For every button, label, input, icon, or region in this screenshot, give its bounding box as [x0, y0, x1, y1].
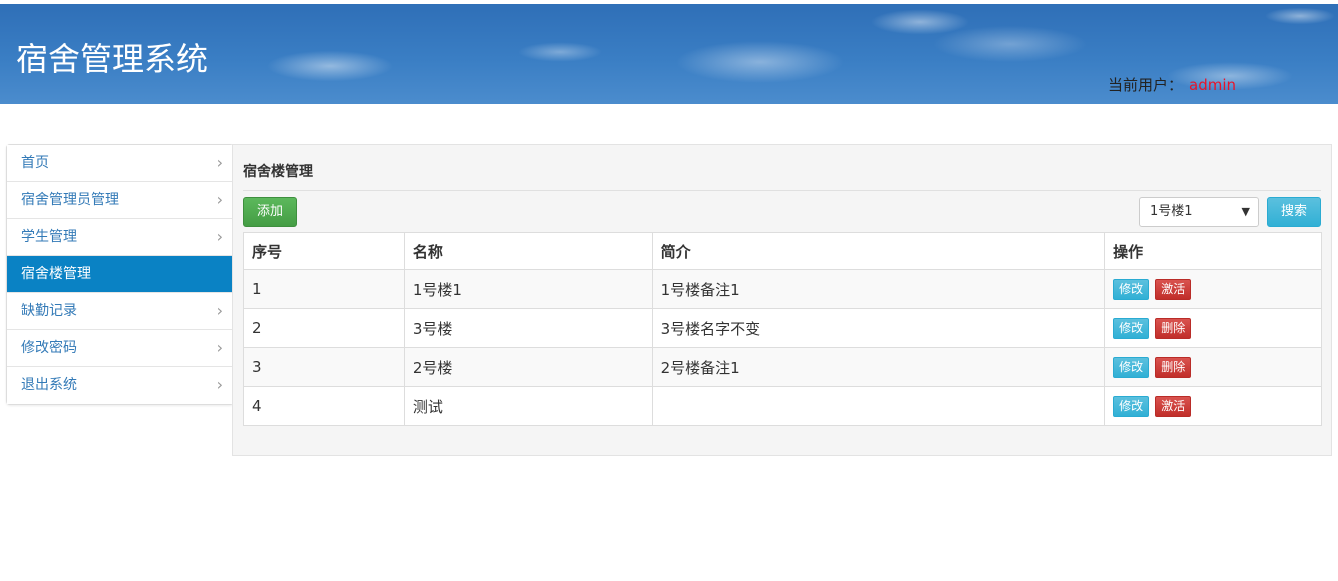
building-select[interactable]: 1号楼1 ▼ [1139, 197, 1259, 227]
chevron-right-icon: › [216, 153, 223, 172]
sidebar-item-label: 学生管理 [21, 229, 77, 245]
chevron-right-icon: › [216, 227, 223, 246]
column-header-actions: 操作 [1104, 232, 1322, 270]
cell-id: 2 [243, 308, 405, 348]
cell-actions: 修改 激活 [1104, 386, 1322, 426]
building-select-value: 1号楼1 [1150, 204, 1193, 219]
current-user: 当前用户： admin [1108, 74, 1236, 95]
column-header-desc: 简介 [651, 232, 1106, 270]
sidebar-item-label: 宿舍楼管理 [21, 266, 91, 282]
edit-button[interactable]: 修改 [1113, 395, 1150, 417]
sidebar-item-label: 宿舍管理员管理 [21, 192, 119, 208]
edit-button[interactable]: 修改 [1113, 317, 1150, 339]
sidebar-item-students[interactable]: 学生管理 › [7, 219, 233, 256]
sidebar-item-label: 缺勤记录 [21, 303, 77, 319]
sidebar-item-buildings[interactable]: 宿舍楼管理 › [7, 256, 233, 293]
app-title: 宿舍管理系统 [16, 40, 209, 78]
edit-button[interactable]: 修改 [1113, 278, 1150, 300]
cell-desc: 3号楼名字不变 [651, 308, 1106, 348]
cell-actions: 修改 删除 [1104, 347, 1322, 387]
cell-actions: 修改 删除 [1104, 308, 1322, 348]
column-header-id: 序号 [243, 232, 405, 270]
add-button[interactable]: 添加 [243, 197, 297, 227]
chevron-down-icon: ▼ [1241, 205, 1250, 218]
current-user-label: 当前用户： [1108, 76, 1184, 94]
table-header-row: 序号 名称 简介 操作 [243, 232, 1322, 270]
sidebar-item-absence[interactable]: 缺勤记录 › [7, 293, 233, 330]
cell-desc: 2号楼备注1 [651, 347, 1106, 387]
cell-id: 1 [243, 269, 405, 309]
edit-button[interactable]: 修改 [1113, 356, 1150, 378]
cell-name: 2号楼 [403, 347, 653, 387]
current-user-name[interactable]: admin [1189, 76, 1236, 94]
cell-id: 4 [243, 386, 405, 426]
cell-id: 3 [243, 347, 405, 387]
sidebar-item-home[interactable]: 首页 › [7, 145, 233, 182]
sidebar-nav: 首页 › 宿舍管理员管理 › 学生管理 › 宿舍楼管理 › 缺勤记录 › 修改密… [6, 144, 234, 405]
chevron-right-icon: › [216, 190, 223, 209]
cell-desc: 1号楼备注1 [651, 269, 1106, 309]
table-row: 4 测试 修改 激活 [243, 386, 1322, 426]
cell-desc [651, 386, 1106, 426]
cell-name: 3号楼 [403, 308, 653, 348]
delete-button[interactable]: 删除 [1155, 356, 1192, 378]
main-panel: 宿舍楼管理 添加 1号楼1 ▼ 搜索 序号 名称 简介 操作 1 1号楼1 1号… [232, 144, 1332, 456]
app-header: 宿舍管理系统 当前用户： admin [0, 4, 1338, 104]
sidebar-item-label: 首页 [21, 155, 49, 171]
sidebar-item-dorm-admins[interactable]: 宿舍管理员管理 › [7, 182, 233, 219]
page-title: 宿舍楼管理 [243, 164, 313, 180]
search-button[interactable]: 搜索 [1267, 197, 1321, 227]
sidebar-item-password[interactable]: 修改密码 › [7, 330, 233, 367]
delete-button[interactable]: 删除 [1155, 317, 1192, 339]
buildings-table: 序号 名称 简介 操作 1 1号楼1 1号楼备注1 修改 激活 2 3号楼 3号楼… [243, 232, 1322, 426]
cell-name: 1号楼1 [403, 269, 653, 309]
sidebar-item-label: 退出系统 [21, 377, 77, 393]
chevron-right-icon: › [216, 301, 223, 320]
divider [243, 190, 1321, 191]
sidebar-item-logout[interactable]: 退出系统 › [7, 367, 233, 404]
column-header-name: 名称 [403, 232, 653, 270]
cell-actions: 修改 激活 [1104, 269, 1322, 309]
table-row: 2 3号楼 3号楼名字不变 修改 删除 [243, 308, 1322, 348]
activate-button[interactable]: 激活 [1155, 278, 1192, 300]
activate-button[interactable]: 激活 [1155, 395, 1192, 417]
cell-name: 测试 [403, 386, 653, 426]
table-row: 1 1号楼1 1号楼备注1 修改 激活 [243, 269, 1322, 309]
chevron-right-icon: › [216, 375, 223, 394]
sidebar-item-label: 修改密码 [21, 340, 77, 356]
table-row: 3 2号楼 2号楼备注1 修改 删除 [243, 347, 1322, 387]
chevron-right-icon: › [216, 338, 223, 357]
